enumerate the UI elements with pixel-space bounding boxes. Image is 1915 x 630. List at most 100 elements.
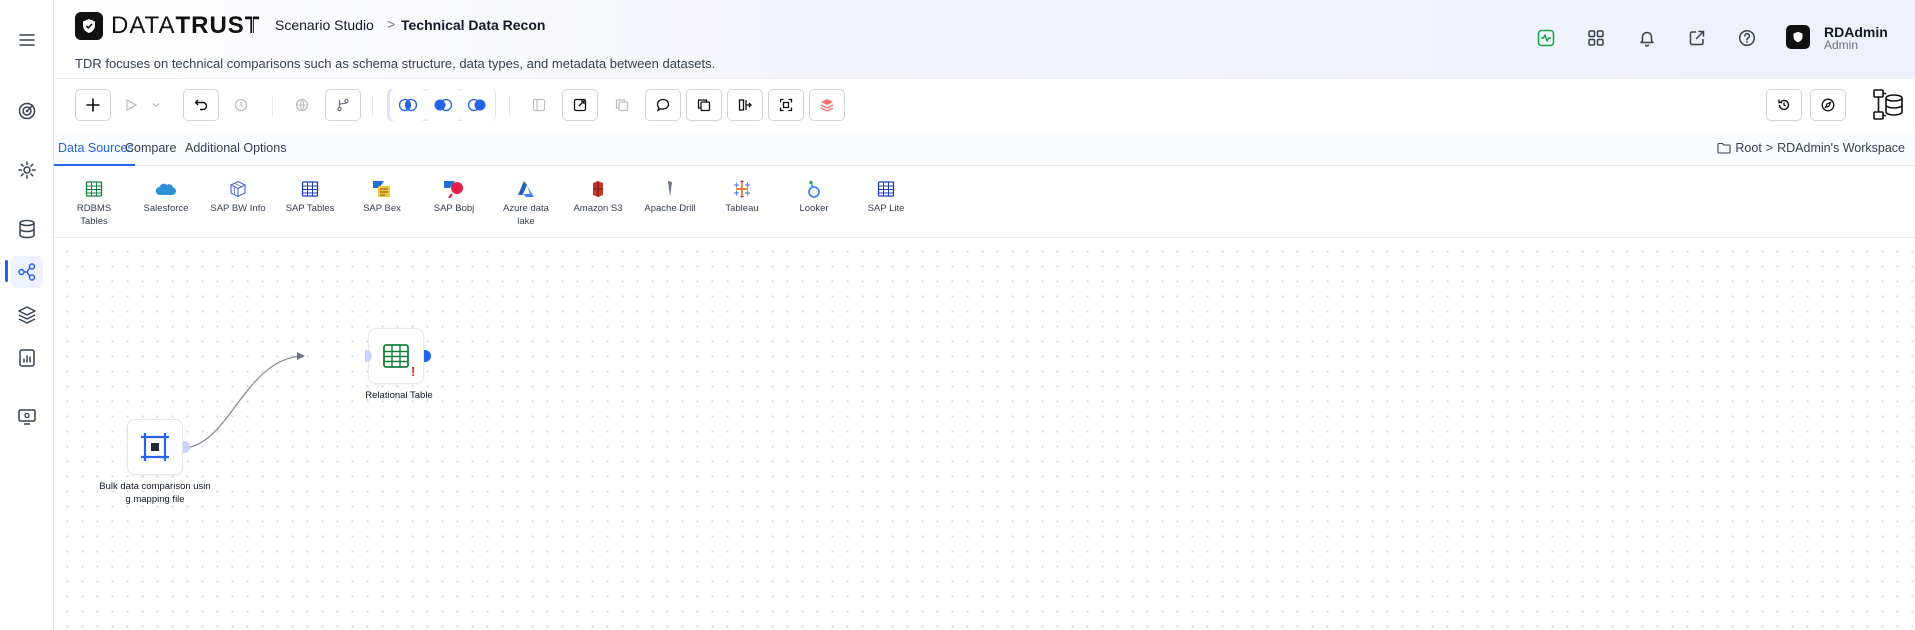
- workspace-root[interactable]: Root: [1735, 141, 1761, 155]
- palette-item-apache-drill[interactable]: Apache Drill: [638, 178, 702, 215]
- palette-item-sap-bex[interactable]: SAP Bex: [350, 178, 414, 215]
- node-bulk-data-comparison[interactable]: [127, 419, 183, 475]
- palette-item-salesforce[interactable]: Salesforce: [134, 178, 198, 215]
- toolbar-divider: [372, 96, 373, 116]
- inner-join-button[interactable]: [390, 89, 426, 121]
- table-blue-icon: [854, 178, 918, 200]
- bell-icon[interactable]: [1633, 24, 1661, 52]
- help-icon[interactable]: [1733, 24, 1761, 52]
- user-role: Admin: [1824, 38, 1859, 52]
- connection-edge: [181, 355, 304, 449]
- globe-button[interactable]: [284, 89, 320, 121]
- table-green-icon: [62, 178, 126, 200]
- settings-icon[interactable]: [11, 154, 43, 186]
- breadcrumb-studio[interactable]: Scenario Studio: [275, 17, 374, 33]
- copy-disabled-button[interactable]: [604, 89, 640, 121]
- database-icon[interactable]: [11, 213, 43, 245]
- palette-label: SAP Tables: [285, 203, 335, 214]
- avatar[interactable]: [1786, 25, 1810, 49]
- palette-item-sap-bw-info[interactable]: SAP BW Info: [206, 178, 270, 215]
- left-sidebar: [0, 0, 54, 630]
- arrow-head-icon: [297, 352, 305, 360]
- shield-logo-icon: [75, 12, 103, 40]
- compass-button[interactable]: [1810, 89, 1846, 121]
- salesforce-icon: [134, 178, 198, 200]
- external-link-icon[interactable]: [1683, 24, 1711, 52]
- undo-button[interactable]: [183, 89, 219, 121]
- logo-text: DATATRUST: [111, 12, 261, 39]
- panel-button[interactable]: [521, 89, 557, 121]
- duplicate-button[interactable]: [686, 89, 722, 121]
- sap-bobj-icon: [422, 178, 486, 200]
- table-blue-icon: [278, 178, 342, 200]
- palette-label: SAP BW Info: [210, 203, 266, 214]
- palette-label: SAP Bobj: [433, 203, 475, 214]
- toolbar: [54, 79, 1915, 133]
- warning-icon: !: [411, 364, 416, 379]
- palette-item-looker[interactable]: Looker: [782, 178, 846, 215]
- divider: [252, 16, 253, 38]
- toolbar-divider: [272, 96, 273, 116]
- node-label-bulk-comparison: Bulk data comparison usin g mapping file: [94, 480, 216, 506]
- workflow-icon[interactable]: [11, 256, 43, 288]
- run-button[interactable]: [119, 89, 167, 121]
- comment-button[interactable]: [645, 89, 681, 121]
- fit-view-button[interactable]: [768, 89, 804, 121]
- menu-icon[interactable]: [11, 24, 43, 56]
- palette-label: Salesforce: [143, 203, 189, 214]
- target-icon[interactable]: [11, 95, 43, 127]
- palette-label: Apache Drill: [644, 203, 696, 214]
- palette-label: Looker: [799, 203, 829, 214]
- palette-label: SAP Lite: [867, 203, 905, 214]
- palette-label: RDBMS Tables: [76, 203, 112, 227]
- bulk-compare-icon: [141, 433, 169, 461]
- node-relational-table[interactable]: [368, 328, 424, 384]
- apps-grid-icon[interactable]: [1582, 24, 1610, 52]
- palette-item-tableau[interactable]: Tableau: [710, 178, 774, 215]
- palette-item-rdbms-tables[interactable]: RDBMS Tables: [62, 178, 126, 228]
- branch-button[interactable]: [325, 89, 361, 121]
- s3-icon: [566, 178, 630, 200]
- align-button[interactable]: [727, 89, 763, 121]
- stack-button[interactable]: [809, 89, 845, 121]
- palette-item-azure-data-lake[interactable]: Azure data lake: [494, 178, 558, 228]
- breadcrumb-separator: >: [387, 16, 396, 32]
- tab-bar: Data Sources Compare Additional Options …: [54, 133, 1915, 166]
- data-stack-icon[interactable]: [1870, 86, 1906, 124]
- tab-data-sources[interactable]: Data Sources: [58, 141, 134, 155]
- drill-icon: [638, 178, 702, 200]
- palette-item-sap-tables[interactable]: SAP Tables: [278, 178, 342, 215]
- logo[interactable]: DATATRUST: [75, 12, 260, 40]
- table-green-icon: [383, 344, 409, 368]
- azure-icon: [494, 178, 558, 200]
- palette-item-sap-lite[interactable]: SAP Lite: [854, 178, 918, 215]
- add-button[interactable]: [75, 89, 111, 121]
- app-header: DATATRUST Scenario Studio > Technical Da…: [54, 0, 1915, 79]
- history-button[interactable]: [223, 89, 259, 121]
- toolbar-divider: [509, 96, 510, 116]
- workspace-name[interactable]: RDAdmin's Workspace: [1777, 141, 1905, 155]
- active-indicator: [5, 260, 8, 282]
- activity-icon[interactable]: [1532, 24, 1560, 52]
- open-external-button[interactable]: [562, 89, 598, 121]
- left-join-button[interactable]: [425, 89, 461, 121]
- breadcrumb-current: Technical Data Recon: [401, 17, 546, 33]
- palette-label: Azure data lake: [503, 203, 549, 227]
- folder-icon: [1717, 142, 1731, 154]
- palette-item-amazon-s3[interactable]: Amazon S3: [566, 178, 630, 215]
- tab-compare[interactable]: Compare: [125, 141, 176, 155]
- restore-button[interactable]: [1766, 89, 1802, 121]
- node-label-line: Bulk data comparison usin: [99, 481, 211, 492]
- right-join-button[interactable]: [459, 89, 495, 121]
- node-label-line: g mapping file: [125, 494, 185, 505]
- tableau-icon: [710, 178, 774, 200]
- palette-item-sap-bobj[interactable]: SAP Bobj: [422, 178, 486, 215]
- monitor-settings-icon[interactable]: [11, 401, 43, 433]
- workflow-canvas[interactable]: ! Relational Table Bulk data comparison …: [54, 238, 1915, 630]
- cube-icon: [206, 178, 270, 200]
- layers-icon[interactable]: [11, 299, 43, 331]
- node-label-relational-table: Relational Table: [365, 390, 433, 401]
- report-icon[interactable]: [11, 342, 43, 374]
- workspace-breadcrumb[interactable]: Root > RDAdmin's Workspace: [1717, 141, 1905, 155]
- tab-additional-options[interactable]: Additional Options: [185, 141, 286, 155]
